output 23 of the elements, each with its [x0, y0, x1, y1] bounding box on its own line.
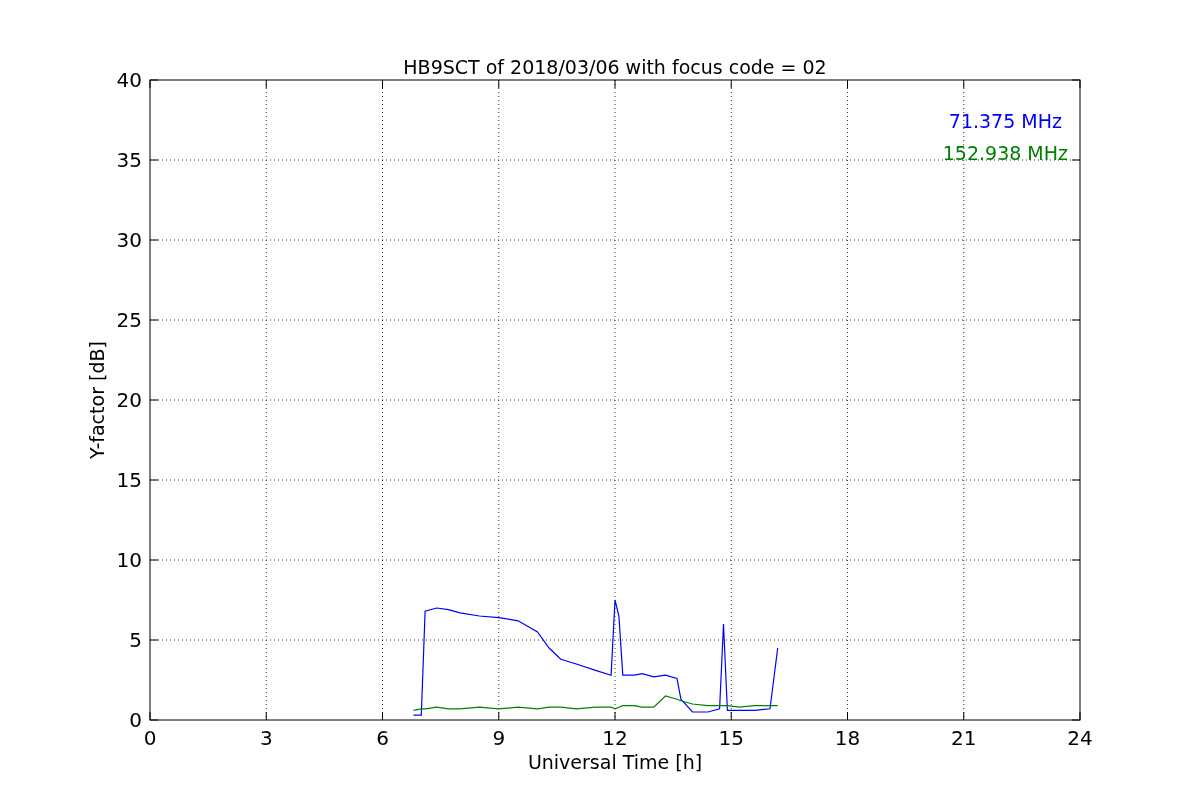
tick-label: 21: [951, 726, 977, 750]
tick-label: 15: [718, 726, 744, 750]
tick-label: 0: [143, 726, 157, 750]
tick-label: 0: [129, 708, 142, 732]
tick-label: 9: [492, 726, 506, 750]
tick-label: 6: [376, 726, 389, 750]
axis-label: Y-factor [dB]: [86, 341, 108, 459]
tick-label: 12: [602, 726, 628, 750]
tick-label: 30: [116, 228, 142, 252]
legend-label: 71.375 MHz: [948, 110, 1062, 132]
tick-label: 24: [1067, 726, 1093, 750]
tick-label: 15: [116, 468, 142, 492]
tick-label: 20: [116, 388, 142, 412]
tick-label: 25: [116, 308, 142, 332]
tick-label: 5: [129, 628, 142, 652]
chart-title: HB9SCT of 2018/03/06 with focus code = 02: [403, 56, 827, 78]
axis-label: Universal Time [h]: [527, 751, 703, 773]
tick-label: 40: [116, 68, 142, 92]
tick-label: 3: [259, 726, 273, 750]
tick-label: 10: [116, 548, 142, 572]
legend-label: 152.938 MHz: [942, 142, 1068, 164]
tick-label: 35: [116, 148, 142, 172]
tick-label: 18: [834, 726, 861, 750]
